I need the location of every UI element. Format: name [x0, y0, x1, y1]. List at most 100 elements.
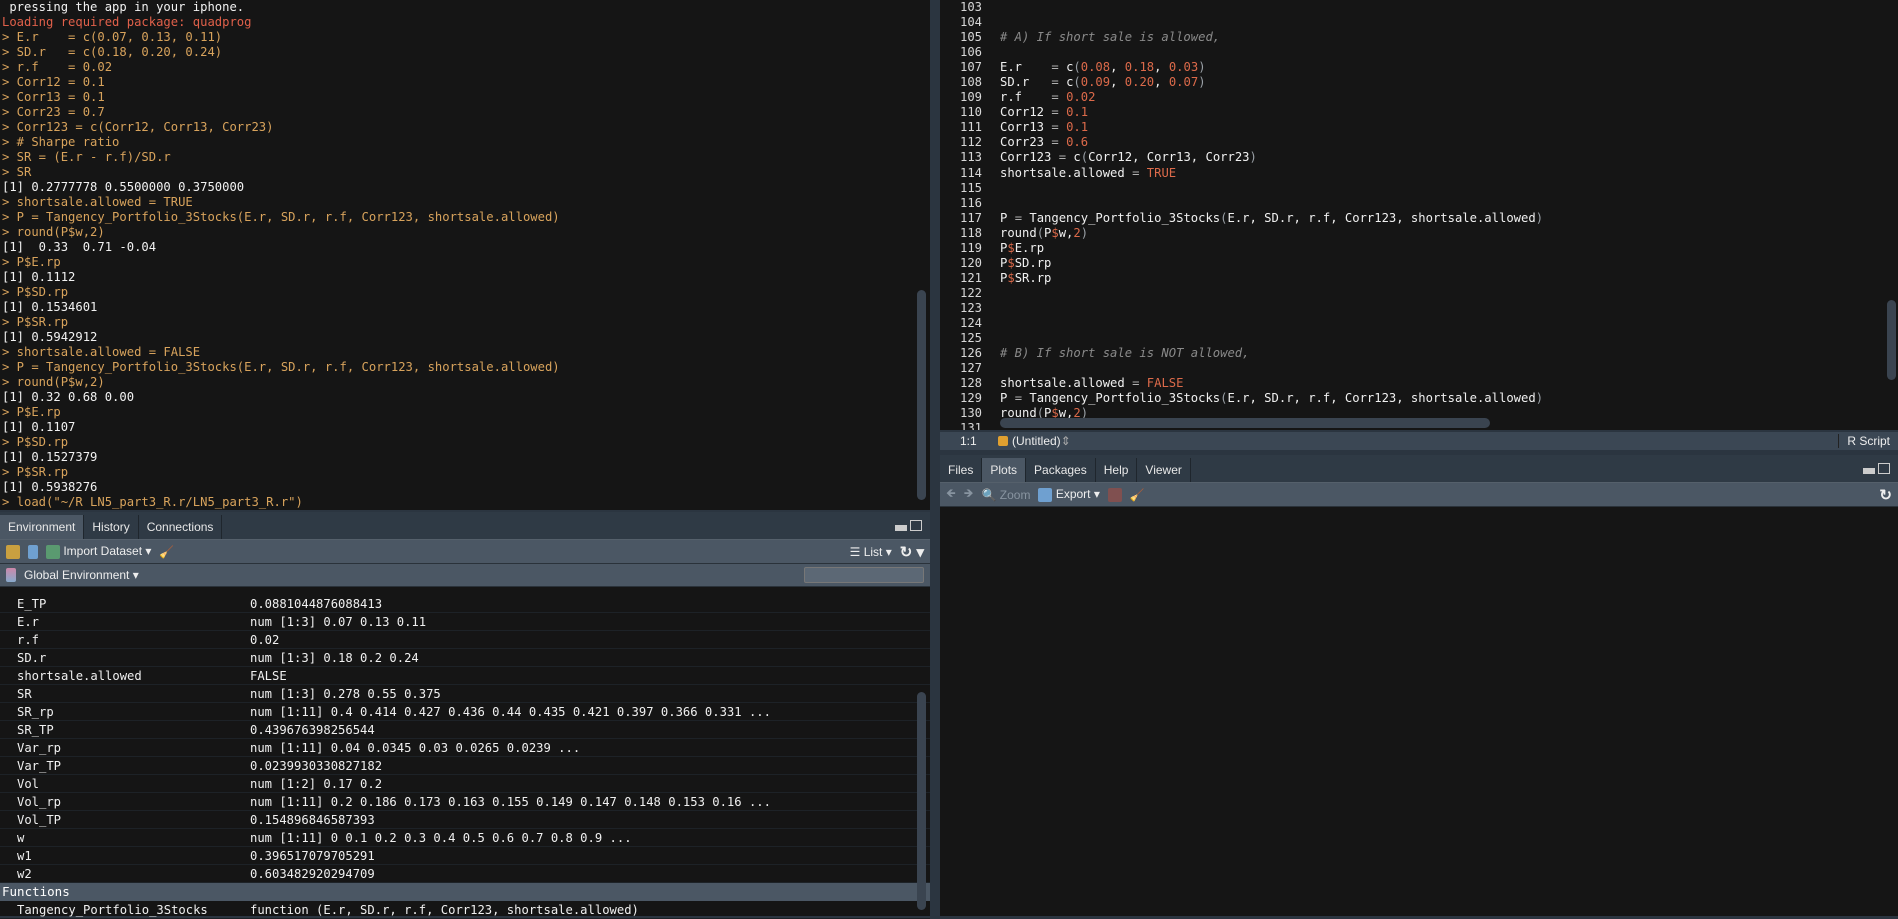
editor-hscrollbar[interactable] — [1000, 418, 1490, 428]
broom-icon[interactable]: 🧹 — [1130, 488, 1145, 502]
editor-line[interactable]: 103 — [940, 0, 1898, 15]
code-token: ( — [1073, 60, 1081, 75]
env-variable-row[interactable]: SR_TP 0.439676398256544 — [0, 721, 930, 739]
global-environment-selector[interactable]: Global Environment ▾ — [24, 568, 139, 582]
editor-line[interactable]: 121 P$SR.rp — [940, 271, 1898, 286]
editor-line[interactable]: 107 E.r = c(0.08, 0.18, 0.03) — [940, 60, 1898, 75]
tab-files[interactable]: Files — [940, 458, 983, 482]
import-dataset-button[interactable]: Import Dataset ▾ — [46, 544, 151, 559]
editor-line[interactable]: 104 — [940, 15, 1898, 30]
env-variable-row[interactable]: SR num [1:3] 0.278 0.55 0.375 — [0, 685, 930, 703]
console-line: [1] 0.2777778 0.5500000 0.3750000 — [2, 180, 245, 194]
editor-vscrollbar[interactable] — [1887, 300, 1896, 380]
line-number: 109 — [959, 90, 982, 105]
editor-line[interactable]: 113 Corr123 = c(Corr12, Corr13, Corr23) — [940, 150, 1898, 165]
editor-line[interactable]: 109 r.f = 0.02 — [940, 90, 1898, 105]
env-variable-row[interactable]: SR_rp num [1:11] 0.4 0.414 0.427 0.436 0.… — [0, 703, 930, 721]
forward-arrow-icon[interactable]: 🡺 — [964, 484, 974, 505]
variable-name: SD.r — [17, 651, 47, 665]
env-function-row[interactable]: Tangency_Portfolio_3Stocks function (E.r,… — [0, 901, 930, 919]
editor-line[interactable]: 129 P = Tangency_Portfolio_3Stocks(E.r, S… — [940, 391, 1898, 406]
code-token: Corr12 — [1000, 105, 1052, 120]
editor-line[interactable]: 120 P$SD.rp — [940, 256, 1898, 271]
tab-viewer[interactable]: Viewer — [1137, 458, 1191, 482]
env-variable-row[interactable]: Var_rp num [1:11] 0.04 0.0345 0.03 0.0265… — [0, 739, 930, 757]
code-token: 0.09 — [1080, 75, 1111, 90]
tab-history[interactable]: History — [84, 515, 139, 539]
env-variable-row[interactable]: SD.r num [1:3] 0.18 0.2 0.24 — [0, 649, 930, 667]
line-number: 124 — [959, 315, 982, 330]
maximize-icon[interactable] — [910, 520, 922, 531]
env-variable-row[interactable]: Vol num [1:2] 0.17 0.2 — [0, 775, 930, 793]
env-variable-row[interactable]: Vol_rp num [1:11] 0.2 0.186 0.173 0.163 0… — [0, 793, 930, 811]
list-view-button[interactable]: ☰ List ▾ — [850, 545, 892, 559]
editor-line[interactable]: 112 Corr23 = 0.6 — [940, 135, 1898, 150]
tab-help[interactable]: Help — [1096, 458, 1138, 482]
export-button[interactable]: Export ▾ — [1038, 487, 1100, 502]
env-variable-row[interactable]: E_TP 0.0881044876088413 — [0, 595, 930, 613]
env-scrollbar[interactable] — [917, 692, 926, 910]
code-token: Corr12, Corr13, Corr23 — [1088, 150, 1250, 165]
editor-line[interactable]: 126 # B) If short sale is NOT allowed, — [940, 346, 1898, 361]
env-variable-row[interactable]: r.f 0.02 — [0, 631, 930, 649]
editor-code[interactable]: 103 104 105 # A) If short sale is allowed, 1… — [940, 0, 1898, 430]
editor-line[interactable]: 111 Corr13 = 0.1 — [940, 120, 1898, 135]
pane-window-controls[interactable] — [1863, 463, 1890, 474]
env-search-input[interactable] — [804, 567, 924, 583]
variable-value: num [1:2] 0.17 0.2 — [250, 777, 383, 791]
env-variable-row[interactable]: Var_TP 0.0239930330827182 — [0, 757, 930, 775]
editor-line[interactable]: 115 — [940, 181, 1898, 196]
console-scrollbar[interactable] — [917, 290, 926, 500]
editor-line[interactable]: 110 Corr12 = 0.1 — [940, 105, 1898, 120]
source-editor[interactable]: 103 104 105 # A) If short sale is allowed, 1… — [940, 0, 1898, 430]
refresh-icon[interactable]: ↻ — [1879, 486, 1892, 504]
save-icon[interactable] — [28, 544, 38, 559]
editor-line[interactable]: 116 — [940, 196, 1898, 211]
editor-line[interactable]: 122 — [940, 286, 1898, 301]
editor-line[interactable]: 118 round(P$w,2) — [940, 226, 1898, 241]
editor-line[interactable]: 117 P = Tangency_Portfolio_3Stocks(E.r, S… — [940, 211, 1898, 226]
editor-line[interactable]: 124 — [940, 316, 1898, 331]
broom-icon[interactable]: 🧹 — [159, 545, 174, 559]
console-pane[interactable]: pressing the app in your iphone. Loading … — [0, 0, 930, 510]
editor-line[interactable]: 123 — [940, 301, 1898, 316]
env-variable-row[interactable]: E.r num [1:3] 0.07 0.13 0.11 — [0, 613, 930, 631]
editor-line[interactable]: 114 shortsale.allowed = TRUE — [940, 166, 1898, 181]
editor-line[interactable]: 119 P$E.rp — [940, 241, 1898, 256]
env-variable-row[interactable]: shortsale.allowed FALSE — [0, 667, 930, 685]
editor-line[interactable]: 105 # A) If short sale is allowed, — [940, 30, 1898, 45]
env-variable-row[interactable]: w1 0.396517079705291 — [0, 847, 930, 865]
env-variable-row[interactable]: w num [1:11] 0 0.1 0.2 0.3 0.4 0.5 0.6 0.… — [0, 829, 930, 847]
pane-window-controls[interactable] — [895, 520, 922, 531]
code-token: ) — [1249, 150, 1257, 165]
line-code: P$E.rp — [982, 241, 1044, 256]
refresh-icon[interactable]: ↻ ▾ — [900, 543, 924, 561]
editor-line[interactable]: 128 shortsale.allowed = FALSE — [940, 376, 1898, 391]
code-token: Corr23 — [1000, 135, 1052, 150]
env-variable-row[interactable]: Vol_TP 0.154896846587393 — [0, 811, 930, 829]
editor-line[interactable]: 108 SD.r = c(0.09, 0.20, 0.07) — [940, 75, 1898, 90]
tab-packages[interactable]: Packages — [1026, 458, 1096, 482]
minimize-icon[interactable] — [1863, 468, 1875, 474]
zoom-button[interactable]: 🔍 Zoom — [982, 488, 1031, 502]
editor-line[interactable]: 125 — [940, 331, 1898, 346]
maximize-icon[interactable] — [1878, 463, 1890, 474]
tab-environment[interactable]: Environment — [0, 515, 85, 539]
code-token: = — [1058, 150, 1074, 165]
console-line: > round(P$w,2) — [2, 375, 105, 389]
tab-plots[interactable]: Plots — [982, 458, 1027, 482]
open-folder-icon[interactable] — [6, 544, 20, 559]
variable-value: num [1:3] 0.07 0.13 0.11 — [250, 615, 427, 629]
line-code: Corr12 = 0.1 — [982, 105, 1088, 120]
editor-line[interactable]: 106 — [940, 45, 1898, 60]
tab-connections[interactable]: Connections — [139, 515, 223, 539]
editor-line[interactable]: 127 — [940, 361, 1898, 376]
code-token: , — [1110, 60, 1125, 75]
env-variable-row[interactable]: w2 0.603482920294709 — [0, 865, 930, 883]
scope-selector[interactable]: (Untitled) — [1012, 434, 1061, 448]
back-arrow-icon[interactable]: 🡸 — [946, 484, 956, 505]
filetype-selector[interactable]: R Script — [1838, 434, 1898, 448]
remove-plot-icon[interactable] — [1107, 487, 1122, 502]
minimize-icon[interactable] — [895, 525, 907, 531]
